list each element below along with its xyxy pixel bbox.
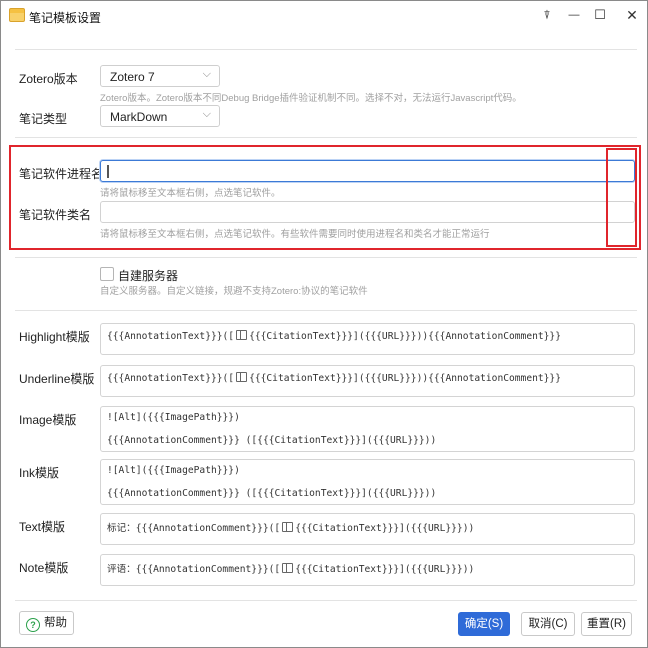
note-template-label: Note模版	[19, 561, 69, 575]
book-icon	[236, 372, 248, 382]
note-type-select[interactable]: MarkDown ⌵	[100, 105, 220, 127]
note-template-settings-dialog: 笔记模板设置 ⍒ — ☐ ✕ Zotero版本 Zotero 7 ⌵ Zoter…	[0, 0, 648, 648]
template-text: 评语：{{{AnnotationComment}}}([	[107, 564, 281, 575]
zotero-version-label: Zotero版本	[19, 72, 78, 86]
template-text: {{{CitationText}}}]({{{URL}}}))	[295, 523, 475, 534]
divider	[15, 257, 637, 258]
book-icon	[236, 330, 248, 340]
template-text: {{{AnnotationText}}}([	[107, 373, 235, 384]
book-icon	[282, 563, 294, 573]
zotero-version-hint: Zotero版本。Zotero版本不同Debug Bridge插件验证机制不同。…	[100, 93, 522, 104]
help-label: 帮助	[44, 617, 67, 629]
ok-button[interactable]: 确定(S)	[458, 612, 510, 636]
text-template-label: Text模版	[19, 520, 66, 534]
template-text: 标记：{{{AnnotationComment}}}([	[107, 523, 281, 534]
help-button[interactable]: ? 帮助	[19, 611, 74, 635]
highlight-template-input[interactable]: {{{AnnotationText}}}([ {{{CitationText}}}…	[100, 323, 635, 355]
chevron-down-icon: ⌵	[202, 68, 211, 80]
minimize-button[interactable]: —	[562, 5, 586, 25]
image-template-label: Image模版	[19, 413, 77, 427]
template-text: {{{CitationText}}}]({{{URL}}})){{{Annota…	[249, 331, 561, 342]
template-line: ![Alt]({{{ImagePath}}})	[107, 465, 240, 476]
note-type-value: MarkDown	[110, 110, 168, 124]
maximize-button[interactable]: ☐	[588, 5, 612, 25]
template-line: {{{AnnotationComment}}} ([{{{CitationTex…	[107, 435, 437, 446]
window-title: 笔记模板设置	[29, 11, 102, 25]
divider	[15, 600, 637, 601]
note-type-label: 笔记类型	[19, 112, 68, 126]
self-server-checkbox[interactable]	[100, 267, 114, 281]
zotero-version-value: Zotero 7	[110, 70, 155, 84]
image-template-input[interactable]: ![Alt]({{{ImagePath}}}) {{{AnnotationCom…	[100, 406, 635, 452]
annotation-highlight-box	[9, 145, 641, 250]
template-text: {{{CitationText}}}]({{{URL}}})){{{Annota…	[249, 373, 561, 384]
divider	[15, 310, 637, 311]
template-line: ![Alt]({{{ImagePath}}})	[107, 412, 240, 423]
chevron-down-icon: ⌵	[202, 108, 211, 120]
close-button[interactable]: ✕	[620, 5, 644, 25]
app-icon	[9, 8, 25, 22]
zotero-version-select[interactable]: Zotero 7 ⌵	[100, 65, 220, 87]
ink-template-label: Ink模版	[19, 466, 60, 480]
ink-template-input[interactable]: ![Alt]({{{ImagePath}}}) {{{AnnotationCom…	[100, 459, 635, 505]
underline-template-input[interactable]: {{{AnnotationText}}}([ {{{CitationText}}}…	[100, 365, 635, 397]
note-template-input[interactable]: 评语：{{{AnnotationComment}}}([ {{{CitationT…	[100, 554, 635, 586]
help-icon: ?	[26, 618, 40, 632]
cancel-button[interactable]: 取消(C)	[521, 612, 575, 636]
template-text: {{{AnnotationText}}}([	[107, 331, 235, 342]
book-icon	[282, 522, 294, 532]
self-server-hint: 自定义服务器。自定义链接，规避不支持Zotero:协议的笔记软件	[100, 286, 368, 297]
text-template-input[interactable]: 标记：{{{AnnotationComment}}}([ {{{CitationT…	[100, 513, 635, 545]
underline-template-label: Underline模版	[19, 372, 95, 386]
template-line: {{{AnnotationComment}}} ([{{{CitationTex…	[107, 488, 437, 499]
annotation-highlight-box-right	[606, 148, 637, 247]
pin-icon[interactable]: ⍒	[535, 5, 559, 25]
title-bar: 笔记模板设置 ⍒ — ☐ ✕	[1, 1, 647, 31]
divider	[15, 49, 637, 50]
template-text: {{{CitationText}}}]({{{URL}}}))	[295, 564, 475, 575]
divider	[15, 137, 637, 138]
reset-button[interactable]: 重置(R)	[581, 612, 632, 636]
highlight-template-label: Highlight模版	[19, 330, 90, 344]
self-server-label[interactable]: 自建服务器	[118, 267, 178, 284]
